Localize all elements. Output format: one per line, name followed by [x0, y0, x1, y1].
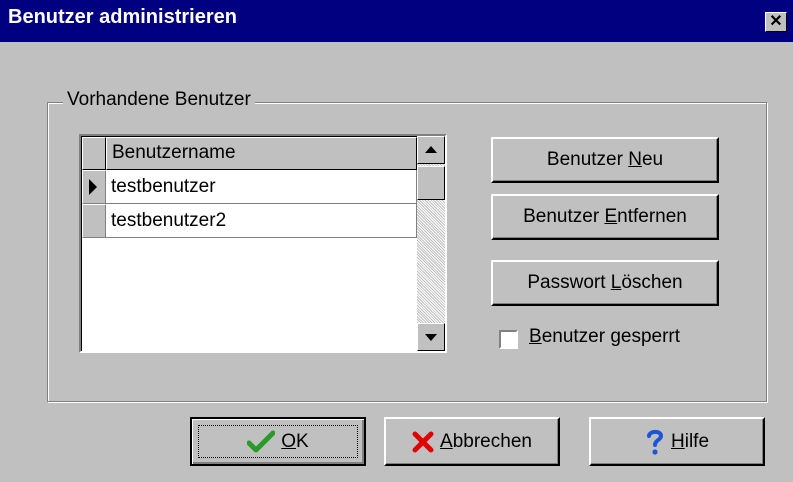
- remove-user-label: Benutzer Entfernen: [523, 206, 687, 227]
- arrow-up-icon: [425, 146, 437, 153]
- table-row[interactable]: testbenutzer2: [106, 204, 417, 238]
- users-grid[interactable]: Benutzername testbenutzer testbenutzer2: [79, 134, 447, 353]
- scroll-thumb[interactable]: [417, 166, 445, 200]
- scroll-down-button[interactable]: [417, 323, 445, 351]
- remove-user-button[interactable]: Benutzer Entfernen: [491, 194, 719, 240]
- ok-button[interactable]: OK: [190, 417, 366, 466]
- cancel-label: Abbrechen: [440, 430, 532, 452]
- checkmark-icon: [247, 430, 276, 452]
- title-bar: Benutzer administrieren ✕: [0, 0, 793, 42]
- user-locked-label[interactable]: Benutzer gesperrt: [529, 326, 680, 348]
- row-indicator[interactable]: [82, 204, 106, 238]
- header-indicator-cell: [82, 137, 106, 170]
- group-legend: Vorhandene Benutzer: [63, 89, 255, 111]
- new-user-button[interactable]: Benutzer Neu: [491, 137, 719, 183]
- close-button[interactable]: ✕: [765, 12, 787, 32]
- scroll-up-button[interactable]: [417, 136, 445, 164]
- user-locked-checkbox[interactable]: [499, 330, 518, 349]
- grid-body: Benutzername testbenutzer testbenutzer2: [81, 136, 417, 351]
- clear-password-label: Passwort Löschen: [527, 272, 683, 293]
- window-title: Benutzer administrieren: [8, 6, 237, 28]
- current-row-arrow-icon: [89, 179, 97, 195]
- x-icon: [412, 431, 434, 452]
- ok-label: OK: [281, 430, 309, 452]
- question-icon: [646, 429, 663, 455]
- close-icon: ✕: [769, 13, 783, 30]
- cancel-button[interactable]: Abbrechen: [384, 417, 560, 466]
- clear-password-button[interactable]: Passwort Löschen: [491, 260, 719, 306]
- new-user-label: Benutzer Neu: [546, 149, 664, 170]
- help-label: Hilfe: [670, 430, 710, 452]
- column-header-username[interactable]: Benutzername: [106, 137, 417, 170]
- arrow-down-icon: [425, 334, 437, 341]
- row-indicator[interactable]: [82, 170, 106, 204]
- help-button[interactable]: Hilfe: [589, 417, 765, 466]
- vertical-scrollbar[interactable]: [417, 136, 445, 351]
- table-row[interactable]: testbenutzer: [106, 170, 417, 204]
